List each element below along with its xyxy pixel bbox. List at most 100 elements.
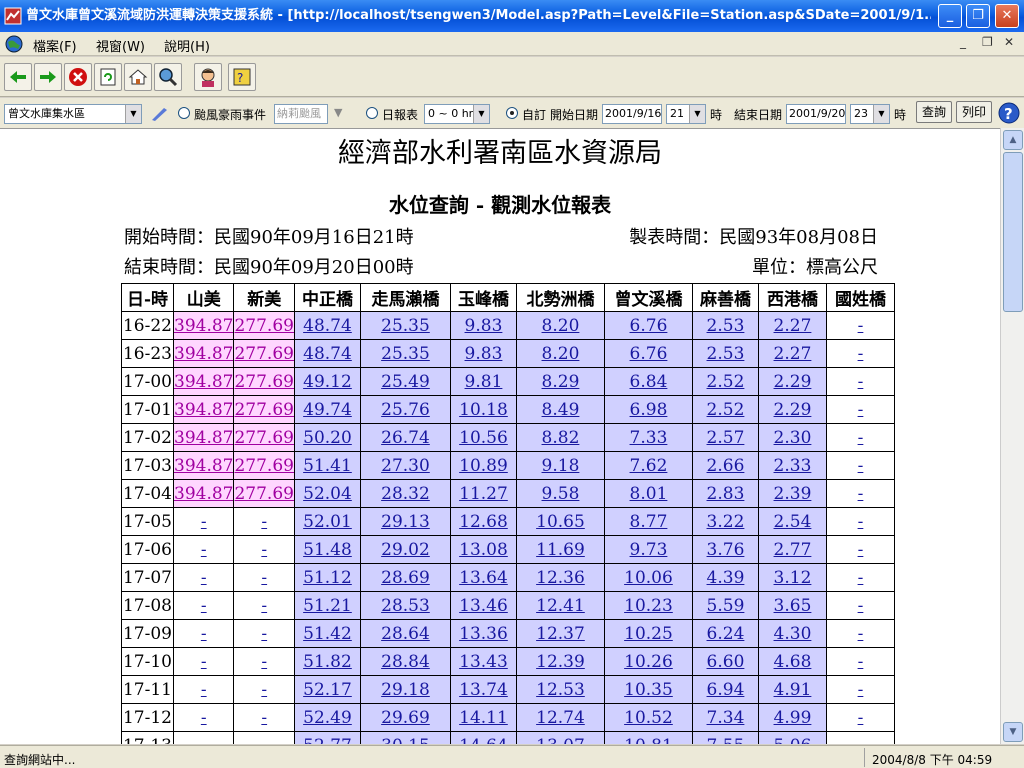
typhoon-dropdown-arrow-icon[interactable]: ▼ [334,106,342,119]
level-link[interactable]: 277.69 [234,400,293,420]
scroll-down-button[interactable]: ▼ [1003,722,1023,742]
level-link[interactable]: 12.53 [536,680,585,700]
level-link[interactable]: 6.60 [707,652,745,672]
level-link[interactable]: 10.18 [459,400,508,420]
level-link[interactable]: 48.74 [303,316,352,336]
level-link[interactable]: - [858,708,864,728]
level-link[interactable]: 5.59 [707,596,745,616]
level-link[interactable]: 12.68 [459,512,508,532]
level-link[interactable]: 277.69 [234,372,293,392]
level-link[interactable]: 25.35 [381,316,430,336]
level-link[interactable]: 52.77 [303,736,352,745]
level-link[interactable]: 13.07 [536,736,585,745]
level-link[interactable]: - [858,680,864,700]
start-date-input[interactable]: 2001/9/16 [602,104,662,124]
level-link[interactable]: 25.35 [381,344,430,364]
level-link[interactable]: 13.64 [459,568,508,588]
level-link[interactable]: 7.34 [707,708,745,728]
level-link[interactable]: 394.87 [174,344,233,364]
level-link[interactable]: 2.52 [707,400,745,420]
refresh-button[interactable] [94,63,122,91]
typhoon-radio[interactable] [178,107,190,119]
level-link[interactable]: 52.49 [303,708,352,728]
menu-window[interactable]: 視窗(W) [96,36,145,55]
query-button[interactable]: 查詢 [916,101,952,123]
level-link[interactable]: - [858,540,864,560]
stop-button[interactable] [64,63,92,91]
level-link[interactable]: 13.74 [459,680,508,700]
level-link[interactable]: 51.82 [303,652,352,672]
scroll-up-button[interactable]: ▲ [1003,130,1023,150]
level-link[interactable]: 14.11 [459,708,508,728]
level-link[interactable]: 51.41 [303,456,352,476]
level-link[interactable]: 277.69 [234,484,293,504]
level-link[interactable]: 10.26 [624,652,673,672]
level-link[interactable]: - [858,316,864,336]
level-link[interactable]: 12.36 [536,568,585,588]
level-link[interactable]: 7.33 [630,428,668,448]
level-link[interactable]: 7.62 [630,456,668,476]
level-link[interactable]: 10.52 [624,708,673,728]
level-link[interactable]: 2.29 [774,400,812,420]
level-link[interactable]: 4.91 [774,680,812,700]
level-link[interactable]: 5.06 [774,736,812,745]
level-link[interactable]: 14.64 [459,736,508,745]
level-link[interactable]: 11.69 [536,540,585,560]
minimize-button[interactable]: _ [938,4,962,28]
level-link[interactable]: 394.87 [174,372,233,392]
help-agent-button[interactable]: ? [228,63,256,91]
print-button[interactable]: 列印 [956,101,992,123]
search-button[interactable] [154,63,182,91]
level-link[interactable]: 8.20 [542,316,580,336]
level-link[interactable]: 2.33 [774,456,812,476]
level-link[interactable]: 6.94 [707,680,745,700]
level-link[interactable]: 28.64 [381,624,430,644]
level-link[interactable]: 9.81 [465,372,503,392]
level-link[interactable]: 394.87 [174,400,233,420]
scroll-thumb[interactable] [1003,152,1023,312]
level-link[interactable]: - [261,652,267,672]
pen-icon[interactable] [150,106,170,122]
level-link[interactable]: 4.39 [707,568,745,588]
level-link[interactable]: 11.27 [459,484,508,504]
level-link[interactable]: 277.69 [234,428,293,448]
level-link[interactable]: 2.39 [774,484,812,504]
level-link[interactable]: 9.58 [542,484,580,504]
maximize-button[interactable]: ❐ [966,4,990,28]
level-link[interactable]: 394.87 [174,316,233,336]
menu-help[interactable]: 說明(H) [164,36,210,55]
level-link[interactable]: 49.74 [303,400,352,420]
help-icon[interactable]: ? [998,102,1020,124]
level-link[interactable]: - [858,372,864,392]
level-link[interactable]: 51.42 [303,624,352,644]
level-link[interactable]: 3.65 [774,596,812,616]
level-link[interactable]: 2.29 [774,372,812,392]
level-link[interactable]: 9.83 [465,316,503,336]
level-link[interactable]: 12.74 [536,708,585,728]
level-link[interactable]: 30.15 [381,736,430,745]
level-link[interactable]: - [858,456,864,476]
vertical-scrollbar[interactable]: ▲ ▼ [1000,128,1024,744]
level-link[interactable]: 8.77 [630,512,668,532]
level-link[interactable]: 52.01 [303,512,352,532]
level-link[interactable]: 394.87 [174,456,233,476]
level-link[interactable]: 10.25 [624,624,673,644]
level-link[interactable]: 12.39 [536,652,585,672]
level-link[interactable]: 10.81 [624,736,673,745]
level-link[interactable]: 29.02 [381,540,430,560]
level-link[interactable]: - [261,512,267,532]
level-link[interactable]: 51.48 [303,540,352,560]
level-link[interactable]: 6.24 [707,624,745,644]
level-link[interactable]: 10.06 [624,568,673,588]
mdi-minimize-button[interactable]: _ [960,35,966,49]
end-hour-select[interactable]: 23▼ [850,104,890,124]
level-link[interactable]: - [201,596,207,616]
home-button[interactable] [124,63,152,91]
level-link[interactable]: - [858,512,864,532]
level-link[interactable]: 2.66 [707,456,745,476]
level-link[interactable]: 13.36 [459,624,508,644]
area-select[interactable]: 曾文水庫集水區▼ [4,104,142,124]
level-link[interactable]: - [858,624,864,644]
level-link[interactable]: - [858,484,864,504]
level-link[interactable]: 13.43 [459,652,508,672]
